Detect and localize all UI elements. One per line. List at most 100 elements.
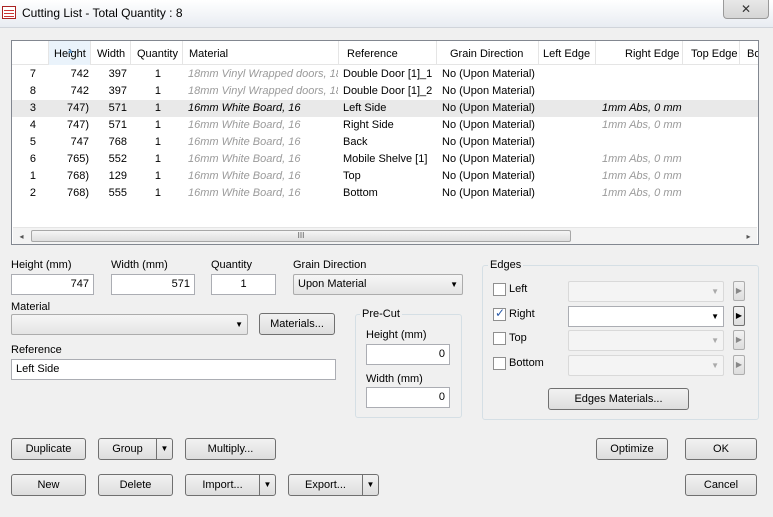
table-row[interactable]: 8 742 397 1 18mm Vinyl Wrapped doors, 18 Doub… <box>12 83 758 100</box>
chevron-down-icon[interactable]: ▼ <box>156 439 172 459</box>
cell-width: 129 <box>108 170 127 182</box>
quantity-input[interactable]: 1 <box>211 274 276 295</box>
edge-material-select[interactable]: ▼ <box>568 281 724 302</box>
delete-button[interactable]: Delete <box>98 474 173 496</box>
cell-right-edge: 1mm Abs, 0 mm <box>602 119 682 131</box>
cell-material: 16mm White Board, 16 <box>188 187 301 199</box>
scroll-right-icon[interactable]: ▸ <box>740 228 757 245</box>
table-row[interactable]: 3 747) 571 1 16mm White Board, 16 Left Side No… <box>12 100 758 117</box>
table-row[interactable]: 7 742 397 1 18mm Vinyl Wrapped doors, 18 Doub… <box>12 66 758 83</box>
column-header-top-edge[interactable]: Top Edge <box>683 41 740 65</box>
table-row[interactable]: 5 747 768 1 16mm White Board, 16 Back No (Upon… <box>12 134 758 151</box>
scroll-thumb[interactable]: III <box>31 230 571 242</box>
cell-height: 765) <box>66 153 89 165</box>
precut-title: Pre-Cut <box>360 308 402 320</box>
reference-label: Reference <box>11 344 62 356</box>
material-select[interactable]: ▼ <box>11 314 248 335</box>
reference-input[interactable]: Left Side <box>11 359 336 380</box>
ok-button[interactable]: OK <box>685 438 757 460</box>
multiply-button[interactable]: Multiply... <box>185 438 276 460</box>
column-header-right-edge[interactable]: Right Edge <box>596 41 683 65</box>
cell-right-edge <box>602 134 682 151</box>
horizontal-scrollbar[interactable]: ◂ III ▸ <box>13 227 757 244</box>
grain-direction-select[interactable]: Upon Material ▼ <box>293 274 463 295</box>
column-header-grain-direction[interactable]: Grain Direction <box>437 41 539 65</box>
edge-arrow-icon[interactable]: ▶ <box>733 281 745 301</box>
height-input[interactable]: 747 <box>11 274 94 295</box>
table-row[interactable]: 6 765) 552 1 16mm White Board, 16 Mobile Shel… <box>12 151 758 168</box>
cell-quantity: 1 <box>154 119 161 131</box>
cell-grain-direction: No (Upon Material) <box>442 68 535 80</box>
cell-id: 4 <box>29 119 36 131</box>
cell-grain-direction: No (Upon Material) <box>442 153 535 165</box>
column-header-material[interactable]: Material <box>183 41 339 65</box>
edge-checkbox[interactable] <box>493 356 506 370</box>
column-header-height[interactable]: ▲ Height <box>49 41 91 65</box>
chevron-down-icon[interactable]: ▼ <box>362 475 378 495</box>
cell-right-edge: 1mm Abs, 0 mm <box>602 102 682 114</box>
column-header-reference[interactable]: Reference <box>339 41 437 65</box>
duplicate-button[interactable]: Duplicate <box>11 438 86 460</box>
edges-title: Edges <box>488 259 524 271</box>
cell-right-edge <box>602 66 682 83</box>
cell-quantity: 1 <box>154 85 161 97</box>
cell-reference: Bottom <box>343 187 378 199</box>
column-header-bottom-edge[interactable]: Bo <box>740 41 758 65</box>
close-button[interactable]: ✕ <box>723 0 769 19</box>
column-header-id[interactable] <box>12 41 49 65</box>
cell-id: 3 <box>29 102 36 114</box>
cell-id: 2 <box>29 187 36 199</box>
table-row[interactable]: 1 768) 129 1 16mm White Board, 16 Top No (Upon… <box>12 168 758 185</box>
import-button[interactable]: Import... ▼ <box>185 474 276 496</box>
table-row[interactable]: 2 768) 555 1 16mm White Board, 16 Bottom No (U… <box>12 185 758 202</box>
edges-materials-button[interactable]: Edges Materials... <box>548 388 689 410</box>
cell-quantity: 1 <box>154 102 161 114</box>
edge-arrow-icon[interactable]: ▶ <box>733 354 745 375</box>
scroll-left-icon[interactable]: ◂ <box>13 228 30 245</box>
cancel-button[interactable]: Cancel <box>685 474 757 496</box>
edge-arrow-icon[interactable]: ▶ <box>733 305 745 326</box>
cell-height: 747 <box>70 136 89 148</box>
precut-width-input[interactable]: 0 <box>366 387 450 408</box>
edge-material-select[interactable]: ▼ <box>568 305 724 327</box>
column-header-left-edge[interactable]: Left Edge <box>539 41 596 65</box>
precut-height-input[interactable]: 0 <box>366 344 450 365</box>
optimize-button[interactable]: Optimize <box>596 438 668 460</box>
materials-button[interactable]: Materials... <box>259 313 335 335</box>
chevron-down-icon: ▼ <box>711 336 719 345</box>
new-button[interactable]: New <box>11 474 86 496</box>
edge-material-select[interactable]: ▼ <box>568 354 724 376</box>
width-input[interactable]: 571 <box>111 274 195 295</box>
chevron-down-icon: ▼ <box>235 320 243 329</box>
table-header: ▲ Height Width Quantity Material Referen… <box>12 41 758 65</box>
cell-quantity: 1 <box>154 136 161 148</box>
edge-checkbox[interactable] <box>493 332 506 345</box>
group-button[interactable]: Group ▼ <box>98 438 173 460</box>
chevron-down-icon: ▼ <box>711 311 719 321</box>
cutting-list-table[interactable]: ▲ Height Width Quantity Material Referen… <box>11 40 759 245</box>
edge-arrow-icon[interactable]: ▶ <box>733 330 745 350</box>
export-button-label: Export... <box>305 479 346 491</box>
width-label: Width (mm) <box>111 259 168 271</box>
chevron-down-icon: ▼ <box>711 360 719 370</box>
chevron-down-icon: ▼ <box>711 287 719 296</box>
column-header-quantity[interactable]: Quantity <box>131 41 183 65</box>
cell-height: 742 <box>70 85 89 97</box>
export-button[interactable]: Export... ▼ <box>288 474 379 496</box>
cell-reference: Left Side <box>343 102 387 114</box>
cell-id: 5 <box>29 136 36 148</box>
edge-material-select[interactable]: ▼ <box>568 330 724 351</box>
cell-material: 16mm White Board, 16 <box>188 119 301 131</box>
cell-reference: Right Side <box>343 119 394 131</box>
cell-quantity: 1 <box>154 170 161 182</box>
edge-checkbox[interactable] <box>493 283 506 296</box>
cell-height: 747) <box>66 119 89 131</box>
edge-checkbox[interactable] <box>493 306 506 321</box>
cell-width: 571 <box>108 119 127 131</box>
precut-height-label: Height (mm) <box>366 329 427 341</box>
table-row[interactable]: 4 747) 571 1 16mm White Board, 16 Right Side N… <box>12 117 758 134</box>
cell-right-edge: 1mm Abs, 0 mm <box>602 187 682 199</box>
chevron-down-icon[interactable]: ▼ <box>259 475 275 495</box>
cell-material: 16mm White Board, 16 <box>188 102 301 114</box>
column-header-width[interactable]: Width <box>91 41 131 65</box>
